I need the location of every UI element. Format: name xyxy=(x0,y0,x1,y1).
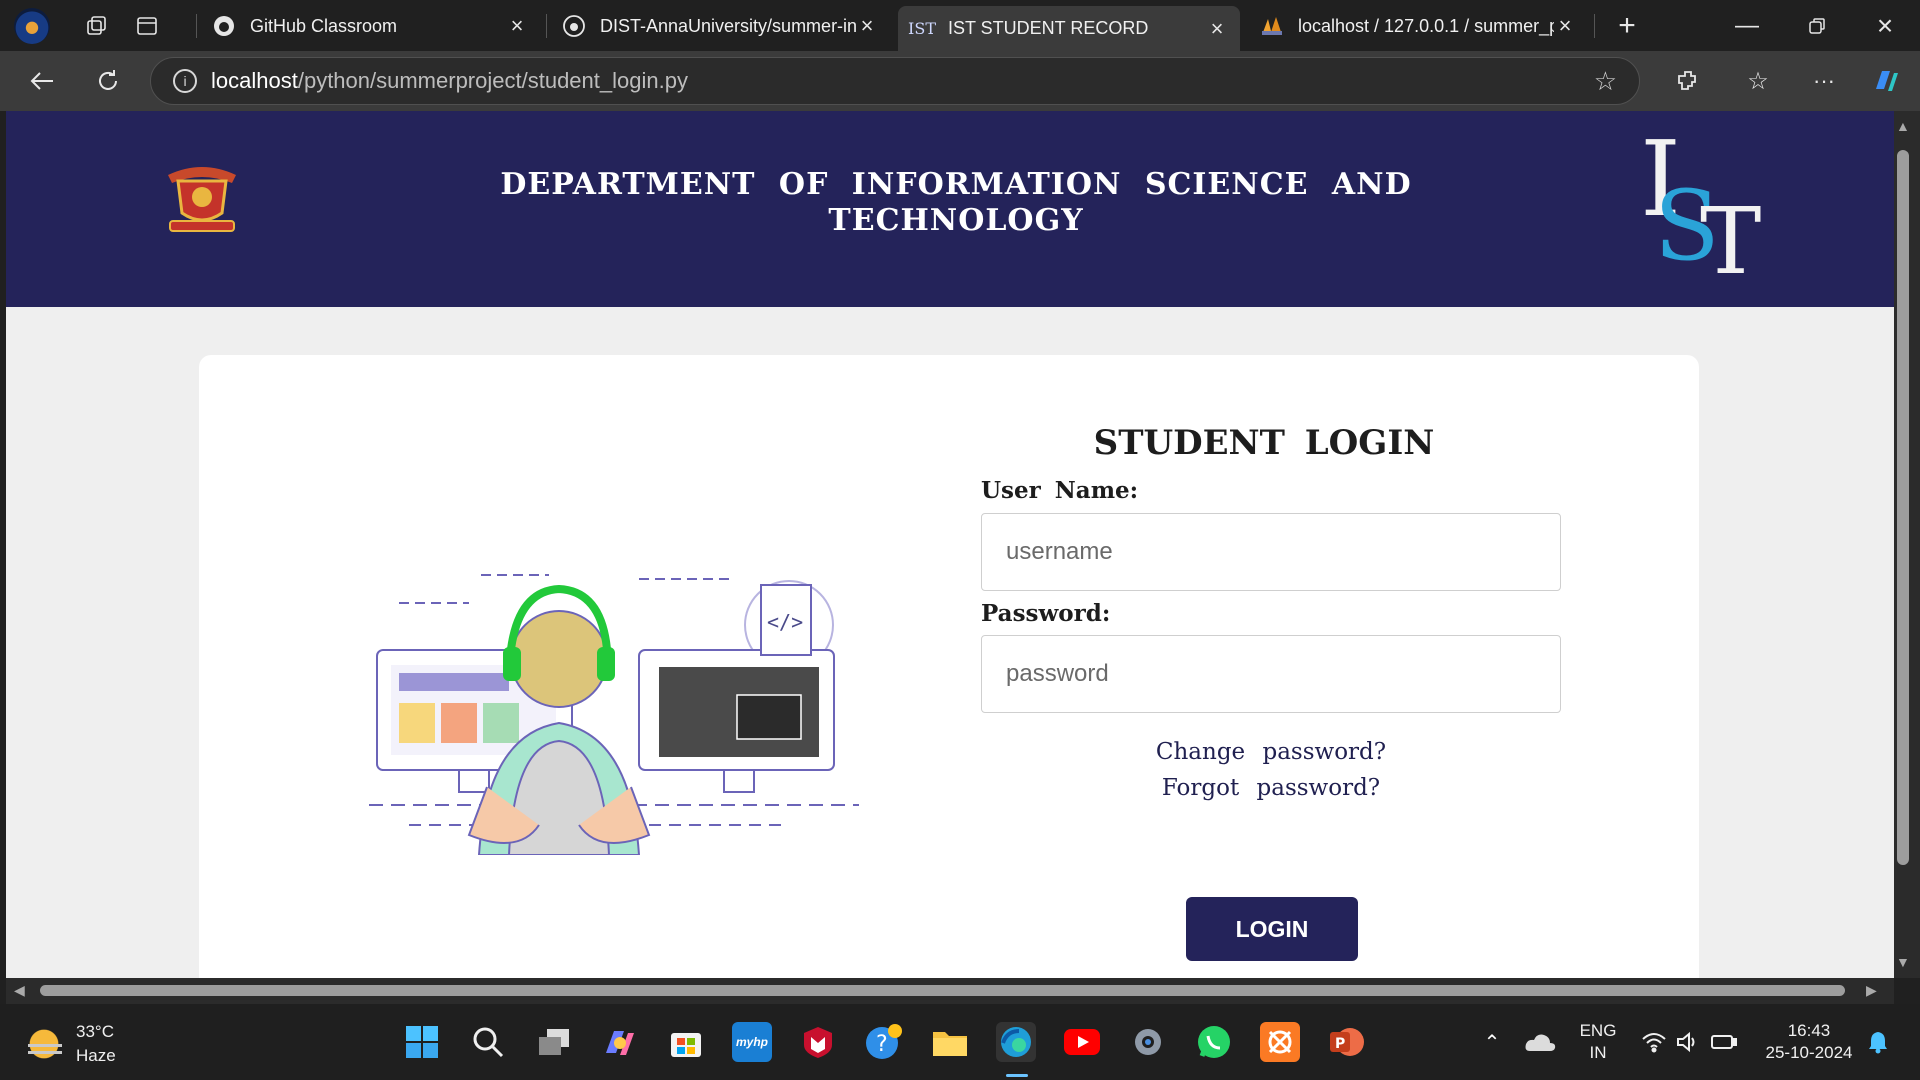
change-password-link[interactable]: Change password? xyxy=(981,739,1561,765)
file-explorer-icon[interactable] xyxy=(930,1022,970,1062)
notification-bell-icon[interactable] xyxy=(1858,1022,1898,1062)
youtube-icon[interactable] xyxy=(1062,1022,1102,1062)
page-viewport: DEPARTMENT OF INFORMATION SCIENCE AND TE… xyxy=(6,111,1894,978)
more-menu-icon[interactable]: ··· xyxy=(1804,61,1844,101)
site-info-icon[interactable]: i xyxy=(173,69,197,93)
department-title: DEPARTMENT OF INFORMATION SCIENCE AND TE… xyxy=(500,167,1412,238)
login-button[interactable]: LOGIN xyxy=(1186,897,1358,961)
windows-taskbar: 33°C Haze my hp ? P ⌃ ENG IN 16:43 25-10… xyxy=(0,1004,1920,1080)
tab-ist-student-record[interactable]: IST IST STUDENT RECORD × xyxy=(898,6,1240,51)
weather-widget[interactable]: 33°C Haze xyxy=(26,1020,116,1068)
tab-actions-icon[interactable] xyxy=(124,6,170,46)
close-icon[interactable]: × xyxy=(1554,13,1576,39)
copilot-icon[interactable] xyxy=(1866,61,1906,101)
close-icon[interactable]: × xyxy=(856,13,878,39)
active-app-indicator xyxy=(1006,1074,1028,1077)
username-label: User Name: xyxy=(981,477,1139,504)
address-bar[interactable]: i localhost/python/summerproject/student… xyxy=(150,57,1640,105)
window-close-icon[interactable]: × xyxy=(1862,6,1908,46)
language-indicator[interactable]: ENG IN xyxy=(1574,1020,1622,1064)
svg-text:</>: </> xyxy=(767,610,803,634)
get-help-icon[interactable]: ? xyxy=(864,1022,904,1062)
search-icon[interactable] xyxy=(468,1022,508,1062)
favorite-star-icon[interactable]: ☆ xyxy=(1594,66,1617,97)
tab-separator xyxy=(1594,14,1595,38)
volume-icon[interactable] xyxy=(1668,1022,1708,1062)
minimize-icon[interactable]: — xyxy=(1724,6,1770,46)
github-icon xyxy=(212,14,236,38)
new-tab-icon[interactable]: + xyxy=(1604,6,1650,46)
battery-icon[interactable] xyxy=(1704,1022,1744,1062)
github-icon xyxy=(562,14,586,38)
ist-logo: I S T xyxy=(1638,118,1768,295)
workspaces-icon[interactable] xyxy=(74,6,120,46)
login-card: </> STUDENT LOGIN User Name: Password: C… xyxy=(199,355,1699,978)
svg-text:?: ? xyxy=(876,1032,888,1057)
weather-temperature: 33°C xyxy=(76,1022,114,1041)
close-icon[interactable]: × xyxy=(1206,16,1228,42)
university-emblem xyxy=(162,161,242,237)
clock-time: 16:43 xyxy=(1787,1021,1831,1040)
settings-gear-icon[interactable] xyxy=(1128,1022,1168,1062)
whatsapp-icon[interactable] xyxy=(1194,1022,1234,1062)
weather-description: Haze xyxy=(76,1046,116,1065)
xampp-icon[interactable] xyxy=(1260,1022,1300,1062)
profile-avatar[interactable] xyxy=(14,7,50,44)
horizontal-scroll-thumb[interactable] xyxy=(40,985,1845,996)
microsoft-store-icon[interactable] xyxy=(666,1022,706,1062)
scroll-down-icon[interactable]: ▼ xyxy=(1896,954,1910,970)
svg-text:P: P xyxy=(1335,1036,1345,1052)
scroll-left-icon[interactable]: ◀ xyxy=(14,982,25,999)
mcafee-icon[interactable] xyxy=(798,1022,838,1062)
tab-dist-repo[interactable]: DIST-AnnaUniversity/summer-in × xyxy=(550,6,890,46)
back-icon[interactable] xyxy=(22,61,62,101)
restore-icon[interactable] xyxy=(1794,6,1840,46)
password-input[interactable] xyxy=(981,635,1561,713)
vertical-scroll-thumb[interactable] xyxy=(1897,150,1909,865)
close-icon[interactable]: × xyxy=(506,13,528,39)
url-text[interactable]: localhost/python/summerproject/student_l… xyxy=(211,68,688,94)
myhp-icon[interactable]: my hp xyxy=(732,1022,772,1062)
login-title: STUDENT LOGIN xyxy=(1093,423,1435,463)
clock-date: 25-10-2024 xyxy=(1765,1043,1853,1062)
favorites-icon[interactable]: ☆ xyxy=(1738,61,1778,101)
ist-favicon: IST xyxy=(908,19,936,38)
header-banner: DEPARTMENT OF INFORMATION SCIENCE AND TE… xyxy=(6,111,1894,307)
show-hidden-icons-chevron[interactable]: ⌃ xyxy=(1472,1022,1512,1062)
edge-browser-icon[interactable] xyxy=(996,1022,1036,1062)
onedrive-icon[interactable] xyxy=(1520,1022,1560,1062)
extensions-icon[interactable] xyxy=(1668,61,1708,101)
tab-separator xyxy=(546,14,547,38)
tab-phpmyadmin[interactable]: localhost / 127.0.0.1 / summer_p × xyxy=(1248,6,1588,46)
tab-separator xyxy=(196,14,197,38)
clock[interactable]: 16:43 25-10-2024 xyxy=(1752,1020,1866,1064)
developer-illustration: </> xyxy=(369,555,869,856)
username-input[interactable] xyxy=(981,513,1561,591)
haze-sun-icon xyxy=(26,1026,62,1062)
svg-text:T: T xyxy=(1700,188,1761,283)
password-label: Password: xyxy=(981,600,1111,627)
task-view-icon[interactable] xyxy=(534,1022,574,1062)
forgot-password-link[interactable]: Forgot password? xyxy=(981,775,1561,801)
scroll-right-icon[interactable]: ▶ xyxy=(1866,982,1877,999)
tab-github-classroom[interactable]: GitHub Classroom × xyxy=(200,6,540,46)
copilot-app-icon[interactable] xyxy=(600,1022,640,1062)
start-icon[interactable] xyxy=(402,1022,442,1062)
browser-toolbar: i localhost/python/summerproject/student… xyxy=(0,51,1920,111)
powerpoint-icon[interactable]: P xyxy=(1326,1022,1366,1062)
scroll-up-icon[interactable]: ▲ xyxy=(1896,118,1910,134)
refresh-icon[interactable] xyxy=(88,61,128,101)
phpmyadmin-icon xyxy=(1260,14,1284,38)
